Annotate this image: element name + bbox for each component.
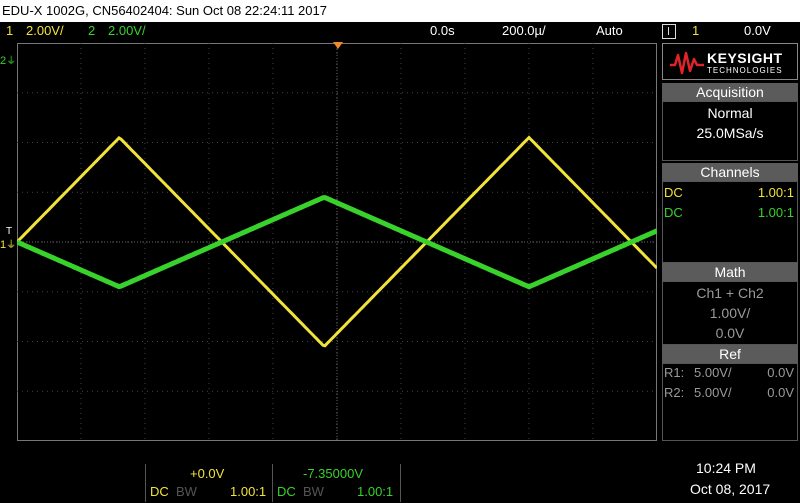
channels-header[interactable]: Channels: [662, 163, 798, 181]
ch2-scale[interactable]: 2.00V/: [108, 22, 146, 40]
math-header[interactable]: Math: [662, 263, 798, 281]
clock-date: Oct 08, 2017: [690, 481, 771, 497]
ref-2-label: R2:: [664, 385, 685, 400]
acquisition-header[interactable]: Acquisition: [662, 83, 798, 101]
ref-1-row[interactable]: R1: 5.00V/ 0.0V: [664, 365, 796, 380]
ch2-probe[interactable]: 1.00:1: [357, 484, 393, 499]
brand-subtitle: TECHNOLOGIES: [707, 66, 783, 75]
bottom-separator-right: [400, 464, 401, 502]
brand-name: KEYSIGHT: [707, 50, 783, 66]
channel-2-row[interactable]: DC 1.00:1: [664, 205, 796, 220]
status-bar: 1 2.00V/ 2 2.00V/ 0.0s 200.0µ/ Auto 1 0.…: [0, 22, 800, 40]
ch1-probe[interactable]: 1.00:1: [230, 484, 266, 499]
acquisition-rate: 25.0MSa/s: [696, 125, 764, 141]
keysight-wave-icon: [670, 51, 704, 75]
trigger-mode[interactable]: Auto: [596, 22, 623, 40]
clock-time: 10:24 PM: [696, 460, 756, 476]
ch1-scale[interactable]: 2.00V/: [26, 22, 64, 40]
scope-graticule: [17, 43, 657, 441]
ch2-ground-marker[interactable]: 2⏚: [0, 52, 16, 67]
ch1-ground-marker[interactable]: 1⏚: [0, 236, 16, 251]
ref-header[interactable]: Ref: [662, 345, 798, 363]
ref-1-scale: 5.00V/: [694, 365, 732, 380]
title-text: EDU-X 1002G, CN56402404: Sun Oct 08 22:2…: [2, 3, 327, 18]
bottom-bar: +0.0V -7.35000V DC BW 1.00:1 DC BW 1.00:…: [0, 460, 800, 503]
ch1-number[interactable]: 1: [6, 22, 13, 40]
time-delay[interactable]: 0.0s: [430, 22, 455, 40]
channel-1-row[interactable]: DC 1.00:1: [664, 185, 796, 200]
ref-2-offset: 0.0V: [767, 385, 794, 400]
trigger-source[interactable]: 1: [692, 22, 699, 40]
ref-2-scale: 5.00V/: [694, 385, 732, 400]
trigger-level[interactable]: 0.0V: [744, 22, 771, 40]
channel-2-probe: 1.00:1: [757, 205, 794, 220]
channel-2-coupling: DC: [664, 205, 683, 220]
ch2-number[interactable]: 2: [88, 22, 95, 40]
trigger-edge-icon: [662, 24, 676, 39]
math-operator: Ch1 + Ch2: [696, 285, 764, 301]
math-scale: 1.00V/: [709, 305, 751, 321]
title-bar: EDU-X 1002G, CN56402404: Sun Oct 08 22:2…: [0, 0, 800, 22]
ch1-coupling[interactable]: DC: [150, 484, 169, 499]
waveform-display[interactable]: [17, 43, 657, 441]
ch2-coupling[interactable]: DC: [277, 484, 296, 499]
bottom-separator-mid: [272, 464, 273, 502]
sidebar: KEYSIGHT TECHNOLOGIES Acquisition Normal…: [662, 43, 798, 441]
ch1-offset[interactable]: +0.0V: [190, 466, 224, 481]
ch1-bw-limit[interactable]: BW: [176, 484, 197, 499]
time-scale[interactable]: 200.0µ/: [502, 22, 546, 40]
math-offset: 0.0V: [715, 325, 745, 341]
ref-2-row[interactable]: R2: 5.00V/ 0.0V: [664, 385, 796, 400]
channel-1-probe: 1.00:1: [757, 185, 794, 200]
trigger-position-marker[interactable]: [333, 42, 343, 49]
ch2-offset[interactable]: -7.35000V: [303, 466, 363, 481]
ch2-bw-limit[interactable]: BW: [303, 484, 324, 499]
ref-1-label: R1:: [664, 365, 685, 380]
bottom-separator-left: [145, 464, 146, 502]
channel-1-coupling: DC: [664, 185, 683, 200]
brand-logo: KEYSIGHT TECHNOLOGIES: [662, 43, 798, 80]
ref-1-offset: 0.0V: [767, 365, 794, 380]
acquisition-mode: Normal: [707, 105, 753, 121]
